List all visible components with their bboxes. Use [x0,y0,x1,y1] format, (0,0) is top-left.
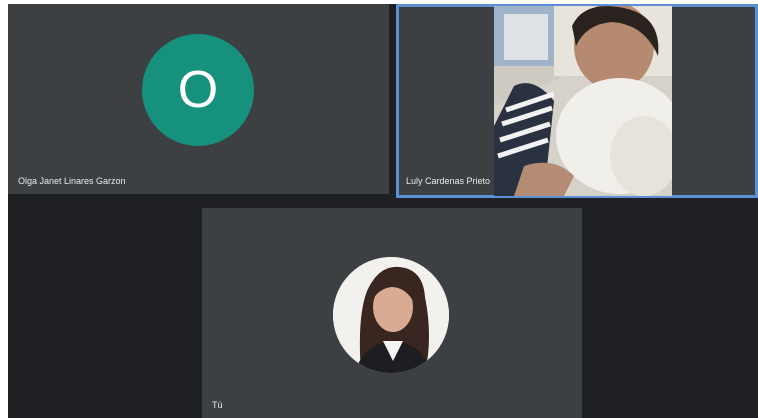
participant-avatar-initial: O [142,34,254,146]
participant-tile-olga[interactable]: O Olga Janet Linares Garzon [8,4,389,194]
meeting-stage: O Olga Janet Linares Garzon Luly Cardena… [8,4,758,418]
participant-name-label: Olga Janet Linares Garzon [18,176,126,186]
participant-tile-luly[interactable]: Luly Cardenas Prieto [396,4,758,198]
video-frame [494,6,672,196]
participant-tile-self[interactable]: Tú [202,208,582,418]
profile-photo [333,257,449,373]
participant-name-label: Tú [212,400,223,410]
participant-name-label: Luly Cardenas Prieto [406,176,491,186]
participant-avatar-photo [333,257,449,373]
participant-video-feed [494,6,672,196]
